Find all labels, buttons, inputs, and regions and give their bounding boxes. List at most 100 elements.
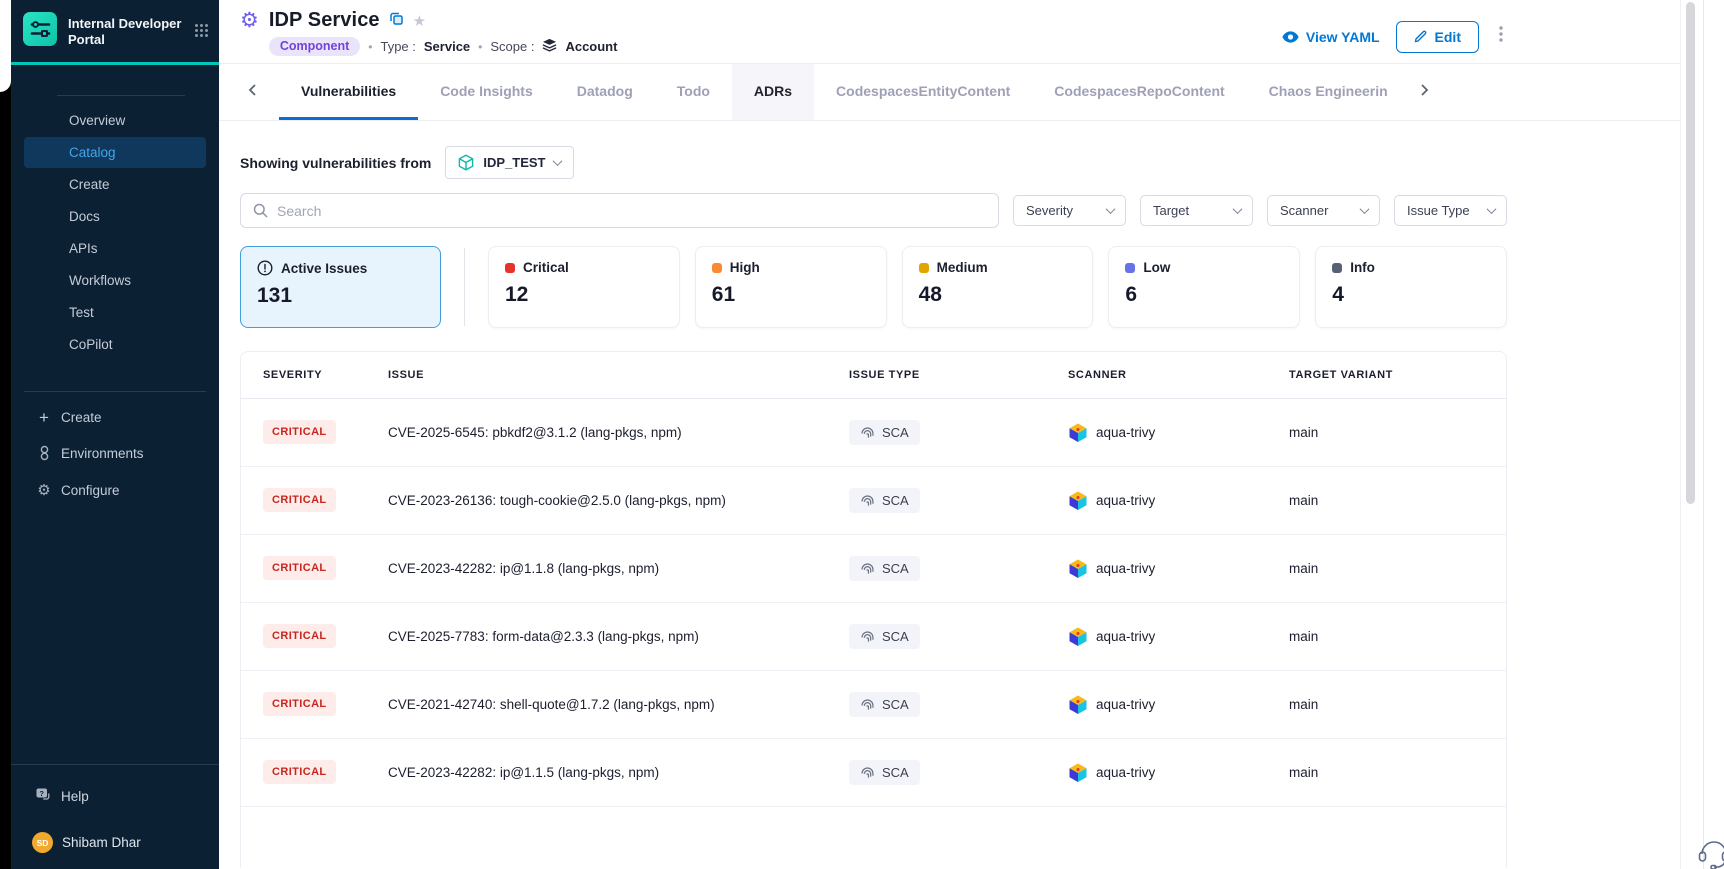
severity-dot xyxy=(1125,263,1135,273)
edit-button[interactable]: Edit xyxy=(1396,21,1479,53)
user-menu[interactable]: SD Shibam Dhar xyxy=(32,832,219,853)
column-header-severity: SEVERITY xyxy=(241,352,388,398)
tab[interactable]: Datadog xyxy=(555,64,655,120)
issue-type-label: SCA xyxy=(882,425,909,440)
scanner-name: aqua-trivy xyxy=(1096,765,1155,780)
support-icon[interactable] xyxy=(1696,836,1724,869)
scrollbar-track-border xyxy=(1703,0,1704,869)
table-row[interactable]: CRITICAL CVE-2025-6545: pbkdf2@3.1.2 (la… xyxy=(241,398,1506,466)
filter-select[interactable]: Scanner xyxy=(1267,195,1380,226)
table-row[interactable]: CRITICAL CVE-2021-42740: shell-quote@1.7… xyxy=(241,670,1506,738)
view-yaml-button[interactable]: View YAML xyxy=(1282,29,1380,45)
issue-text: CVE-2023-26136: tough-cookie@2.5.0 (lang… xyxy=(388,493,726,508)
issue-type-badge: SCA xyxy=(849,692,920,717)
tab[interactable]: ADRs xyxy=(732,64,814,120)
severity-dot xyxy=(1332,263,1342,273)
tab-label: Code Insights xyxy=(440,83,533,99)
severity-stat-card[interactable]: Medium 48 xyxy=(902,246,1094,328)
stats-divider xyxy=(464,248,465,326)
sidebar-nav-item[interactable]: CoPilot xyxy=(24,329,206,360)
favorite-star-icon[interactable]: ★ xyxy=(413,12,426,30)
table-header-row: SEVERITY ISSUE ISSUE TYPE SCANNER TARGET… xyxy=(241,352,1506,398)
filter-select[interactable]: Issue Type xyxy=(1394,195,1507,226)
app-grid-icon[interactable] xyxy=(194,23,209,43)
filter-select[interactable]: Target xyxy=(1140,195,1253,226)
table-row[interactable]: CRITICAL CVE-2025-7783: form-data@2.3.3 … xyxy=(241,602,1506,670)
sidebar-nav-item[interactable]: Workflows xyxy=(24,265,206,296)
scanner-name: aqua-trivy xyxy=(1096,561,1155,576)
meta-separator: • xyxy=(368,40,372,54)
severity-badge: CRITICAL xyxy=(263,488,336,512)
tab[interactable]: CodespacesRepoContent xyxy=(1032,64,1246,120)
table-row[interactable]: CRITICAL CVE-2023-42282: ip@1.1.5 (lang-… xyxy=(241,738,1506,806)
chevron-down-icon xyxy=(1106,204,1116,214)
stat-label: Medium xyxy=(937,260,988,275)
scanner-name: aqua-trivy xyxy=(1096,629,1155,644)
column-header-issue: ISSUE xyxy=(388,352,849,398)
service-gear-icon: ⚙ xyxy=(240,9,259,56)
issue-text: CVE-2025-7783: form-data@2.3.3 (lang-pkg… xyxy=(388,629,699,644)
sidebar-nav-label: Catalog xyxy=(69,145,116,160)
tabs-scroll-right-icon[interactable] xyxy=(1412,77,1437,107)
table-row[interactable]: CRITICAL CVE-2023-26136: tough-cookie@2.… xyxy=(241,466,1506,534)
copy-icon[interactable] xyxy=(389,11,404,31)
entity-tabs: Vulnerabilities Code Insights Datadog To… xyxy=(219,64,1680,121)
sidebar-nav-item[interactable]: Overview xyxy=(24,105,206,136)
sidebar-action-create[interactable]: + Create xyxy=(24,401,206,434)
severity-stat-card[interactable]: Low 6 xyxy=(1108,246,1300,328)
target-variant: main xyxy=(1289,493,1318,508)
sidebar-divider xyxy=(57,95,185,96)
active-issues-card[interactable]: Active Issues 131 xyxy=(240,246,441,328)
sca-scan-icon xyxy=(860,697,875,712)
more-options-icon[interactable] xyxy=(1495,24,1507,49)
project-cube-icon xyxy=(458,154,474,171)
portal-logo-icon[interactable] xyxy=(22,11,58,52)
target-variant: main xyxy=(1289,697,1318,712)
aqua-trivy-icon xyxy=(1068,694,1088,715)
sidebar-nav-item[interactable]: Create xyxy=(24,169,206,200)
entity-meta: Component • Type : Service • Scope : xyxy=(269,37,618,56)
column-header-scanner: SCANNER xyxy=(1068,352,1289,398)
filter-select[interactable]: Severity xyxy=(1013,195,1126,226)
chevron-down-icon xyxy=(553,156,563,166)
tab[interactable]: Todo xyxy=(655,64,732,120)
target-variant: main xyxy=(1289,561,1318,576)
severity-stat-card[interactable]: Critical 12 xyxy=(488,246,680,328)
severity-stat-card[interactable]: High 61 xyxy=(695,246,887,328)
severity-stat-card[interactable]: Info 4 xyxy=(1315,246,1507,328)
scrollbar-track-border xyxy=(1680,0,1681,869)
brand: Internal Developer Portal xyxy=(11,0,219,52)
entity-header: ⚙ IDP Service ★ Component xyxy=(219,0,1680,64)
sidebar-action-configure[interactable]: ⚙ Configure xyxy=(24,472,206,508)
main-panel: ⚙ IDP Service ★ Component xyxy=(219,0,1724,869)
table-row[interactable]: CRITICAL CVE-2023-42282: ip@1.1.8 (lang-… xyxy=(241,534,1506,602)
issue-type-label: SCA xyxy=(882,493,909,508)
stat-value: 12 xyxy=(505,283,663,307)
sidebar-nav-item[interactable]: Catalog xyxy=(24,137,206,168)
sidebar-action-environments[interactable]: Environments xyxy=(24,436,206,470)
sidebar-nav-label: Overview xyxy=(69,113,125,128)
tab[interactable]: Code Insights xyxy=(418,64,555,120)
tab[interactable]: Chaos Engineerin xyxy=(1247,64,1410,120)
sidebar-nav: Overview Catalog Create Docs APIs Workfl… xyxy=(11,104,219,361)
stat-label: Info xyxy=(1350,260,1375,275)
issue-type-badge: SCA xyxy=(849,624,920,649)
sidebar-nav-item[interactable]: Test xyxy=(24,297,206,328)
tabs-scroll-left-icon[interactable] xyxy=(240,77,265,107)
tab[interactable]: CodespacesEntityContent xyxy=(814,64,1032,120)
scope-label: Scope : xyxy=(490,39,534,54)
target-variant: main xyxy=(1289,765,1318,780)
project-select[interactable]: IDP_TEST xyxy=(445,146,574,179)
scanner-name: aqua-trivy xyxy=(1096,425,1155,440)
meta-separator: • xyxy=(478,40,482,54)
issue-text: CVE-2023-42282: ip@1.1.5 (lang-pkgs, npm… xyxy=(388,765,659,780)
search-input[interactable] xyxy=(277,203,986,219)
filter-label: Scanner xyxy=(1280,203,1328,218)
help-button[interactable]: ? Help xyxy=(35,787,219,806)
tab[interactable]: Vulnerabilities xyxy=(279,64,418,120)
scrollbar-thumb[interactable] xyxy=(1686,2,1695,504)
sidebar-nav-item[interactable]: Docs xyxy=(24,201,206,232)
sidebar-nav-item[interactable]: APIs xyxy=(24,233,206,264)
exclamation-circle-icon xyxy=(257,260,273,276)
tab-label: Datadog xyxy=(577,83,633,99)
